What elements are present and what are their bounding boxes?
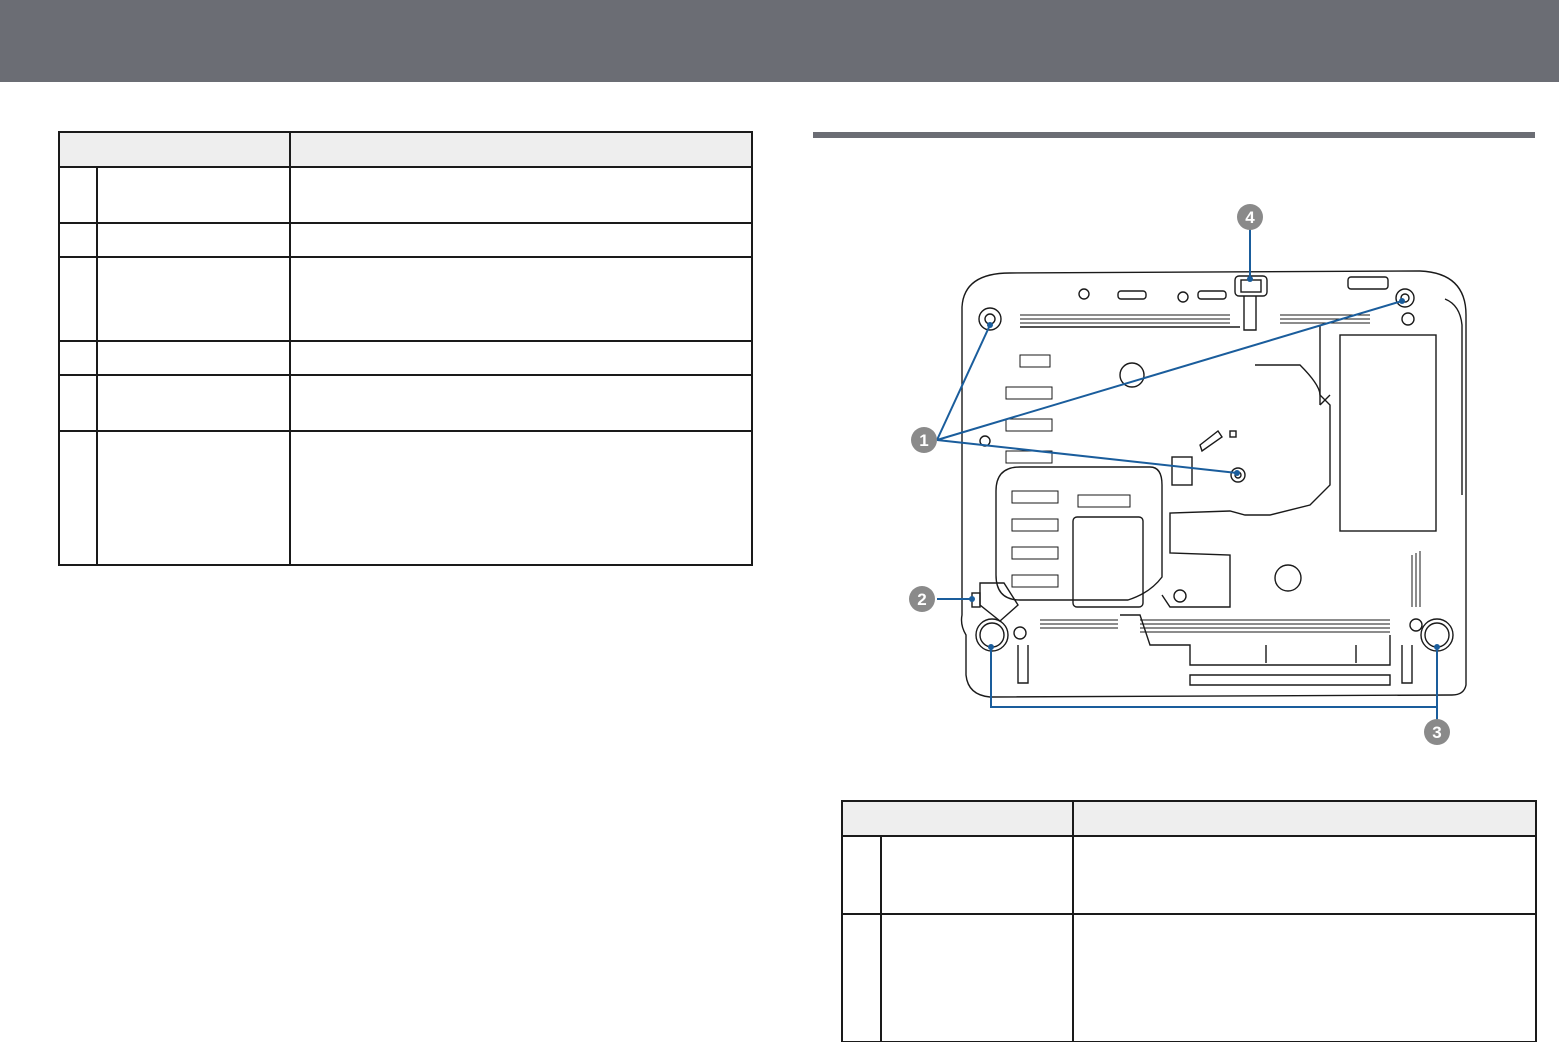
row-number <box>58 340 98 376</box>
table-header-row <box>58 131 753 168</box>
row-description <box>289 256 753 342</box>
header-cell-function <box>1072 800 1537 837</box>
parts-table-right <box>841 800 1537 1042</box>
row-number <box>58 166 98 224</box>
header-cell-name <box>841 800 1074 837</box>
table-row <box>841 913 1537 1042</box>
row-name <box>96 340 291 376</box>
table-row <box>58 430 753 566</box>
row-description <box>289 340 753 376</box>
row-description <box>289 374 753 432</box>
callout-badge-4: 4 <box>1237 204 1263 230</box>
callout-badge-2: 2 <box>909 586 935 612</box>
vent-grille-left <box>1005 354 1131 588</box>
row-name <box>96 256 291 342</box>
svg-text:4: 4 <box>1245 208 1255 227</box>
projector-bottom-diagram: 1 2 3 4 <box>900 195 1470 755</box>
header-cell-function <box>289 131 753 168</box>
row-description <box>289 430 753 566</box>
table-header-row <box>841 800 1537 837</box>
table-row <box>841 835 1537 915</box>
row-description <box>1072 835 1537 915</box>
table-row <box>58 222 753 258</box>
row-description <box>289 222 753 258</box>
row-name <box>880 913 1074 1042</box>
row-number <box>58 374 98 432</box>
table-row <box>58 166 753 224</box>
row-name <box>96 222 291 258</box>
row-name <box>96 374 291 432</box>
header-cell-name <box>58 131 291 168</box>
svg-text:2: 2 <box>917 590 926 609</box>
callout-badge-3: 3 <box>1424 719 1450 745</box>
row-description <box>1072 913 1537 1042</box>
svg-text:1: 1 <box>919 431 928 450</box>
row-number <box>841 835 882 915</box>
table-row <box>58 256 753 342</box>
svg-text:3: 3 <box>1432 723 1441 742</box>
row-number <box>58 256 98 342</box>
row-name <box>96 430 291 566</box>
row-number <box>841 913 882 1042</box>
row-number <box>58 222 98 258</box>
row-number <box>58 430 98 566</box>
table-row <box>58 340 753 376</box>
table-row <box>58 374 753 432</box>
section-divider <box>813 132 1535 138</box>
parts-table-left <box>58 131 753 566</box>
row-name <box>880 835 1074 915</box>
callout-badge-1: 1 <box>911 427 937 453</box>
row-name <box>96 166 291 224</box>
top-header-bar <box>0 0 1559 82</box>
row-description <box>289 166 753 224</box>
